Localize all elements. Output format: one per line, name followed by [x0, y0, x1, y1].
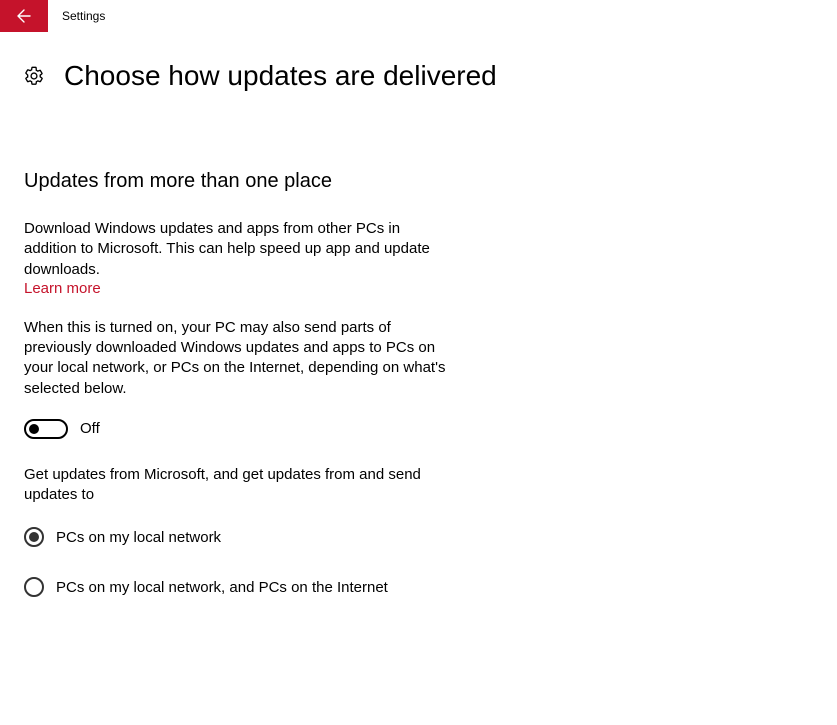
titlebar: Settings — [0, 0, 837, 32]
toggle-state-label: Off — [80, 420, 100, 437]
learn-more-link[interactable]: Learn more — [24, 280, 101, 297]
radio-icon — [24, 527, 44, 547]
radio-label-local: PCs on my local network — [56, 529, 221, 546]
intro-text: Download Windows updates and apps from o… — [24, 219, 456, 280]
intro-block: Download Windows updates and apps from o… — [24, 219, 456, 298]
radio-group-heading: Get updates from Microsoft, and get upda… — [24, 465, 456, 506]
gear-icon — [24, 66, 44, 86]
explain-block: When this is turned on, your PC may also… — [24, 318, 456, 399]
section-heading: Updates from more than one place — [24, 170, 456, 193]
page-header: Choose how updates are delivered — [0, 32, 837, 92]
content-area: Updates from more than one place Downloa… — [0, 92, 480, 597]
updates-toggle[interactable] — [24, 419, 68, 439]
toggle-row: Off — [24, 419, 456, 439]
explain-text: When this is turned on, your PC may also… — [24, 318, 456, 399]
app-title: Settings — [48, 9, 105, 23]
radio-icon — [24, 577, 44, 597]
radio-option-local[interactable]: PCs on my local network — [24, 527, 456, 547]
back-arrow-icon — [16, 8, 32, 24]
toggle-knob-icon — [29, 424, 39, 434]
page-title: Choose how updates are delivered — [64, 60, 497, 92]
back-button[interactable] — [0, 0, 48, 32]
radio-label-internet: PCs on my local network, and PCs on the … — [56, 579, 388, 596]
radio-option-internet[interactable]: PCs on my local network, and PCs on the … — [24, 577, 456, 597]
